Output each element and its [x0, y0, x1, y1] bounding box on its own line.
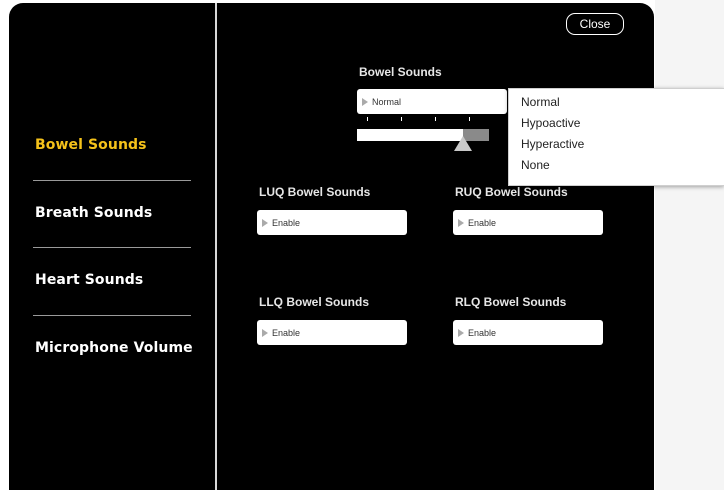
ruq-label: RUQ Bowel Sounds	[455, 185, 568, 199]
dropdown-option-hypoactive[interactable]: Hypoactive	[521, 116, 580, 130]
luq-label: LUQ Bowel Sounds	[259, 185, 371, 199]
sidebar-separator	[33, 247, 191, 248]
dropdown-arrow-icon	[458, 328, 464, 337]
llq-label: LLQ Bowel Sounds	[259, 295, 369, 309]
dropdown-arrow-icon	[362, 97, 368, 106]
dropdown-option-normal[interactable]: Normal	[521, 95, 560, 109]
sidebar-item-heart-sounds[interactable]: Heart Sounds	[35, 272, 143, 288]
slider-thumb[interactable]	[454, 136, 472, 151]
sidebar-item-breath-sounds[interactable]: Breath Sounds	[35, 205, 152, 221]
rlq-select-value: Enable	[468, 327, 497, 338]
bowel-sounds-dropdown-menu: Normal Hypoactive Hyperactive None	[508, 88, 724, 186]
bowel-sounds-label: Bowel Sounds	[359, 65, 442, 79]
bowel-sounds-select-value: Normal	[372, 96, 402, 107]
sidebar-separator	[33, 180, 191, 181]
backdrop	[655, 0, 724, 490]
close-button[interactable]: Close	[566, 13, 624, 35]
slider-tick	[469, 117, 470, 121]
rlq-label: RLQ Bowel Sounds	[455, 295, 567, 309]
dropdown-option-hyperactive[interactable]: Hyperactive	[521, 137, 584, 151]
dropdown-arrow-icon	[458, 218, 464, 227]
ruq-select-value: Enable	[468, 217, 497, 228]
luq-select-value: Enable	[272, 217, 301, 228]
bowel-sounds-slider[interactable]	[357, 112, 489, 160]
dropdown-arrow-icon	[262, 218, 268, 227]
slider-track-filled	[357, 129, 463, 141]
bowel-sounds-select[interactable]: Normal	[357, 89, 507, 114]
settings-panel: Bowel Sounds Breath Sounds Heart Sounds …	[9, 3, 654, 490]
luq-select[interactable]: Enable	[257, 210, 407, 235]
dropdown-arrow-icon	[262, 328, 268, 337]
sidebar-divider	[215, 3, 217, 490]
sidebar-item-microphone-volume[interactable]: Microphone Volume	[35, 340, 193, 356]
rlq-select[interactable]: Enable	[453, 320, 603, 345]
slider-tick	[435, 117, 436, 121]
sidebar-separator	[33, 315, 191, 316]
slider-tick	[367, 117, 368, 121]
ruq-select[interactable]: Enable	[453, 210, 603, 235]
sidebar-item-bowel-sounds[interactable]: Bowel Sounds	[35, 137, 147, 153]
dropdown-option-none[interactable]: None	[521, 158, 550, 172]
llq-select-value: Enable	[272, 327, 301, 338]
slider-tick	[401, 117, 402, 121]
llq-select[interactable]: Enable	[257, 320, 407, 345]
